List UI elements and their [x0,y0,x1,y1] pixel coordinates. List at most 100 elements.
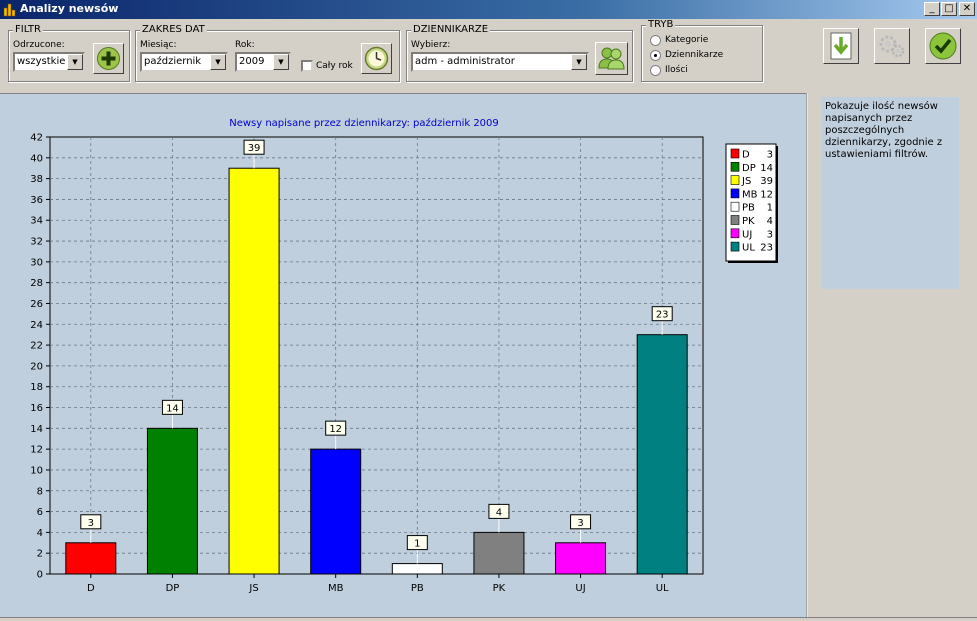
y-tick-label: 16 [30,403,43,414]
legend-label: UJ [742,229,752,240]
mode-label-categories: Kategorie [665,35,709,45]
date-range-group-title: ZAKRES DAT [140,24,207,35]
x-tick-label: PB [411,583,424,594]
title-bar: Analizy newsów _ □ ✕ [0,0,977,19]
chevron-down-icon: ▼ [67,54,83,70]
data-label: 3 [577,518,583,529]
legend-label: D [742,150,750,161]
window-title: Analizy newsów [20,2,119,15]
info-text: Pokazuje ilość newsów napisanych przez p… [825,101,943,160]
bar-chart: Newsy napisane przez dziennikarzy: paźdz… [30,117,778,594]
mode-group: TRYB Kategorie Dziennikarze Ilości [641,19,763,82]
mode-radio-quantities[interactable] [650,65,661,76]
y-tick-label: 24 [30,320,43,331]
legend-value: 23 [760,243,773,254]
close-icon: ✕ [962,3,972,14]
rejected-label: Odrzucone: [13,40,65,50]
legend-swatch-UL [730,241,740,252]
bar-JS [228,167,280,575]
select-journalists-button[interactable] [595,42,628,75]
year-select-value: 2009 [239,56,265,67]
chart-panel: Newsy napisane przez dziennikarzy: paźdz… [0,93,806,617]
clock-icon [364,46,389,71]
minimize-icon: _ [929,3,935,14]
y-tick-label: 34 [30,216,43,227]
y-tick-label: 36 [30,195,43,206]
legend-value: 4 [767,216,773,227]
x-tick-label: UL [656,583,669,594]
maximize-button[interactable]: □ [941,2,957,16]
legend-swatch-PB [730,201,740,212]
data-label: 23 [656,310,669,321]
y-tick-label: 20 [30,361,43,372]
year-select[interactable]: 2009 ▼ [235,52,291,72]
gears-icon [879,35,905,58]
y-tick-label: 38 [30,174,43,185]
close-button[interactable]: ✕ [959,2,975,16]
x-tick-label: MB [328,583,344,594]
x-tick-label: UJ [575,583,585,594]
journalist-select[interactable]: adm - administrator ▼ [411,52,589,72]
y-tick-label: 0 [37,570,43,581]
bar-PK [473,531,525,575]
status-bar [0,617,977,621]
legend-label: JS [741,176,751,187]
data-label: 4 [496,507,502,518]
legend-label: MB [742,189,758,200]
app-chart-icon [3,3,16,17]
confirm-button[interactable] [925,28,961,64]
users-icon [598,47,625,70]
y-tick-label: 6 [37,507,43,518]
legend-label: UL [742,243,755,254]
legend-label: DP [742,163,756,174]
legend-value: 12 [760,189,773,200]
data-label: 14 [166,403,179,414]
legend-value: 39 [760,176,773,187]
apply-date-button[interactable] [361,43,392,74]
data-label: 12 [329,424,342,435]
y-tick-label: 8 [37,486,43,497]
whole-year-checkbox[interactable] [301,60,313,72]
mode-group-title: TRYB [646,19,676,30]
year-label: Rok: [235,40,255,50]
bar-D [65,542,117,575]
filter-group-title: FILTR [13,24,43,35]
chart-title: Newsy napisane przez dziennikarzy: paźdz… [229,117,499,129]
y-tick-label: 28 [30,278,43,289]
month-select[interactable]: październik ▼ [140,52,228,72]
bar-UJ [555,542,607,575]
y-tick-label: 18 [30,382,43,393]
y-tick-label: 30 [30,257,43,268]
settings-button[interactable] [874,28,910,64]
choose-label: Wybierz: [411,40,451,50]
y-tick-label: 26 [30,299,43,310]
legend-value: 3 [767,150,773,161]
x-tick-label: JS [248,583,258,594]
y-tick-label: 40 [30,153,43,164]
journalist-select-value: adm - administrator [415,56,515,67]
month-select-value: październik [144,56,202,67]
export-button[interactable] [823,28,859,64]
legend-value: 3 [767,229,773,240]
mode-radio-categories[interactable] [650,35,661,46]
legend-swatch-DP [730,162,740,172]
chevron-down-icon: ▼ [571,54,587,70]
y-tick-label: 22 [30,341,43,352]
bar-PB [391,563,443,575]
legend-swatch-JS [730,175,740,185]
plus-icon [97,47,120,70]
x-tick-label: DP [166,583,180,594]
legend-value: 1 [767,203,773,214]
data-label: 1 [414,539,420,550]
filter-group: FILTR Odrzucone: wszystkie ▼ [8,24,130,82]
add-filter-button[interactable] [93,43,124,74]
data-label: 39 [248,143,261,154]
minimize-button[interactable]: _ [924,2,940,16]
y-tick-label: 4 [37,528,43,539]
rejected-select-value: wszystkie [17,56,66,67]
rejected-select[interactable]: wszystkie ▼ [13,52,85,72]
bar-DP [146,427,198,575]
mode-radio-journalists[interactable] [650,50,661,61]
y-tick-label: 14 [30,424,43,435]
chevron-down-icon: ▼ [273,54,289,70]
